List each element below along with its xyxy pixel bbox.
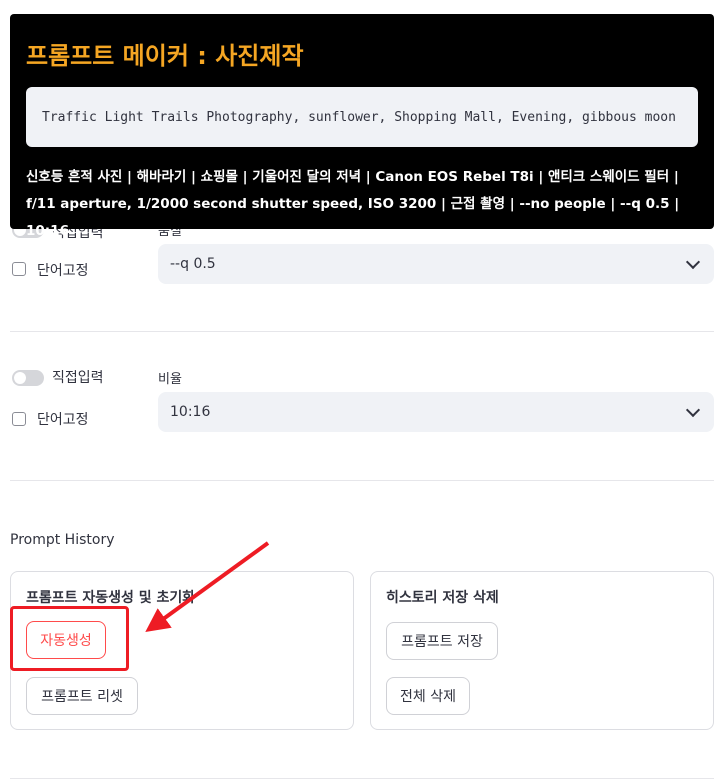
history-card-title: 히스토리 저장 삭제 bbox=[386, 590, 499, 606]
highlight-box bbox=[10, 606, 129, 671]
prompt-reset-button[interactable]: 프롬프트 리셋 bbox=[26, 677, 138, 715]
toggle-knob bbox=[14, 372, 26, 384]
fix-word-checkbox-ratio[interactable] bbox=[12, 412, 26, 426]
prompt-output-panel: 프롬프트 메이커 : 사진제작 Traffic Light Trails Pho… bbox=[10, 14, 714, 239]
ratio-select-value: 10:16 bbox=[170, 404, 211, 420]
quality-select-value: --q 0.5 bbox=[170, 256, 216, 272]
chevron-down-icon bbox=[685, 254, 701, 270]
fix-word-label-quality: 단어고정 bbox=[37, 263, 89, 279]
chevron-down-icon bbox=[685, 402, 701, 418]
delete-all-button[interactable]: 전체 삭제 bbox=[386, 677, 470, 715]
auto-reset-card-title: 프롬프트 자동생성 및 초기화 bbox=[26, 590, 196, 606]
prompt-save-button[interactable]: 프롬프트 저장 bbox=[386, 622, 498, 660]
direct-input-toggle-ratio[interactable] bbox=[12, 370, 44, 386]
prompt-description: 신호등 흔적 사진 | 해바라기 | 쇼핑몰 | 기울어진 달의 저녁 | Ca… bbox=[26, 169, 680, 239]
divider bbox=[10, 331, 714, 332]
ratio-select[interactable]: 10:16 bbox=[158, 392, 714, 432]
page-title: 프롬프트 메이커 : 사진제작 bbox=[26, 42, 304, 70]
divider bbox=[10, 480, 714, 481]
prompt-code-box[interactable]: Traffic Light Trails Photography, sunflo… bbox=[26, 87, 698, 147]
prompt-text: Traffic Light Trails Photography, sunflo… bbox=[42, 109, 676, 125]
fix-word-label-ratio: 단어고정 bbox=[37, 412, 89, 428]
prompt-history-title: Prompt History bbox=[10, 532, 115, 548]
divider bbox=[10, 778, 714, 779]
fix-word-checkbox-quality[interactable] bbox=[12, 262, 26, 276]
quality-select[interactable]: --q 0.5 bbox=[158, 244, 714, 284]
ratio-select-label: 비율 bbox=[158, 372, 182, 387]
direct-input-label-ratio: 직접입력 bbox=[52, 370, 104, 386]
